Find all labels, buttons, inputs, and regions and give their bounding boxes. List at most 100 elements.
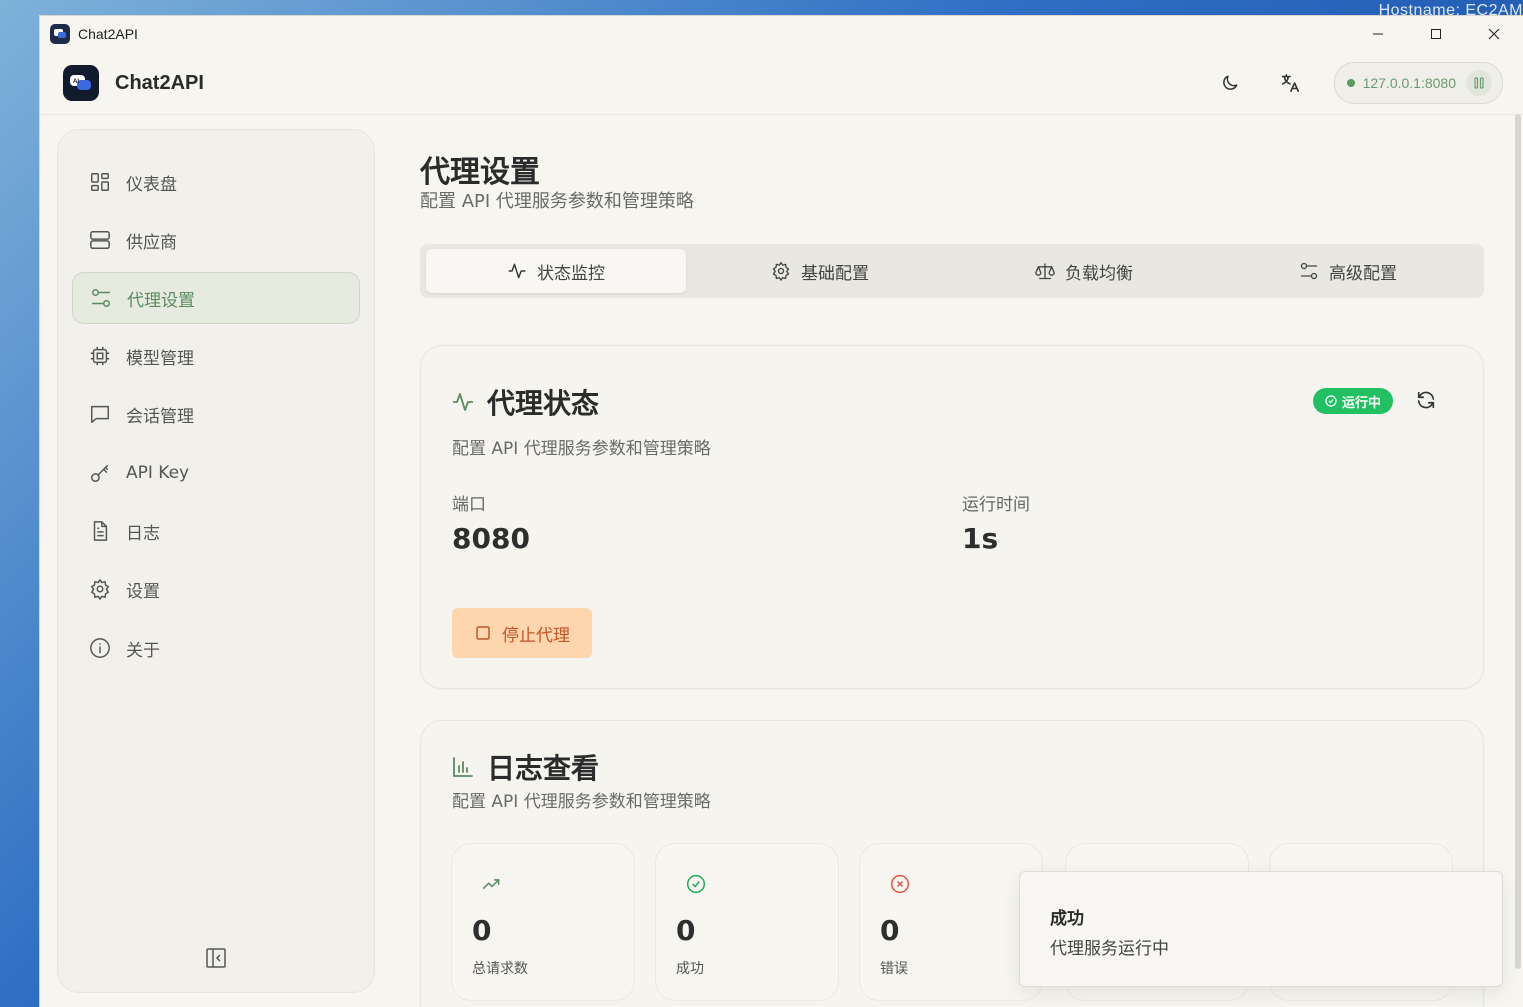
sidebar-item-label: API Key bbox=[126, 463, 190, 483]
gear-icon bbox=[771, 261, 791, 281]
sidebar-item-label: 会话管理 bbox=[126, 406, 194, 427]
tab-advanced-config[interactable]: 高级配置 bbox=[1218, 249, 1478, 293]
stat-label: 错误 bbox=[880, 961, 908, 977]
tab-basic-config[interactable]: 基础配置 bbox=[690, 249, 950, 293]
maximize-icon bbox=[1431, 29, 1441, 39]
minimize-button[interactable] bbox=[1349, 16, 1407, 52]
stat-value: 0 bbox=[472, 914, 492, 947]
tab-status-monitor[interactable]: 状态监控 bbox=[426, 249, 686, 293]
brand-name: Chat2API bbox=[115, 71, 204, 94]
main-scrollbar[interactable] bbox=[1515, 114, 1521, 969]
server-address: 127.0.0.1:8080 bbox=[1362, 75, 1456, 91]
stop-proxy-button[interactable]: 停止代理 bbox=[452, 608, 592, 658]
logs-title: 日志查看 bbox=[451, 747, 599, 787]
page-title: 代理设置 bbox=[420, 155, 540, 190]
minimize-icon bbox=[1373, 33, 1383, 35]
pause-icon bbox=[1474, 77, 1484, 89]
file-icon bbox=[88, 519, 112, 543]
close-icon bbox=[1488, 28, 1500, 40]
panel-collapse-icon bbox=[206, 948, 226, 968]
toast-title: 成功 bbox=[1050, 909, 1084, 929]
sliders-icon bbox=[1299, 261, 1319, 281]
collapse-sidebar-button[interactable] bbox=[204, 946, 228, 970]
tab-bar: 状态监控 基础配置 负载均衡 高级配置 bbox=[420, 244, 1484, 298]
sidebar-item-label: 仪表盘 bbox=[126, 174, 177, 195]
activity-icon bbox=[451, 390, 475, 414]
sidebar-item-about[interactable]: 关于 bbox=[72, 622, 360, 674]
card-title-text: 日志查看 bbox=[487, 752, 600, 785]
gear-icon bbox=[88, 577, 112, 601]
theme-toggle-button[interactable] bbox=[1214, 67, 1246, 99]
check-circle-icon bbox=[686, 874, 706, 898]
status-dot bbox=[1346, 79, 1355, 87]
toast-message: 代理服务运行中 bbox=[1050, 939, 1169, 959]
close-button[interactable] bbox=[1465, 16, 1523, 52]
tab-label: 状态监控 bbox=[537, 263, 605, 284]
logs-subtitle: 配置 API 代理服务参数和管理策略 bbox=[452, 792, 711, 812]
stat-value: 0 bbox=[880, 914, 900, 947]
svg-text:AI: AI bbox=[73, 79, 79, 85]
moon-icon bbox=[1222, 75, 1237, 90]
tab-label: 基础配置 bbox=[801, 263, 869, 284]
translate-icon bbox=[1281, 73, 1299, 93]
activity-icon bbox=[507, 261, 527, 281]
toast-notification: 成功 代理服务运行中 bbox=[1019, 871, 1503, 987]
app-header: AI Chat2API 127.0.0.1:8080 bbox=[40, 52, 1523, 115]
stat-card-success: 0 成功 bbox=[655, 843, 839, 1001]
sidebar: 仪表盘 供应商 代理设置 模型管理 会话管理 API Key 日志 设置 关于 bbox=[57, 129, 375, 993]
port-value: 8080 bbox=[452, 522, 530, 555]
sidebar-item-sessions[interactable]: 会话管理 bbox=[72, 388, 360, 440]
app-logo: AI bbox=[63, 65, 99, 101]
message-icon bbox=[88, 402, 112, 426]
key-icon bbox=[88, 461, 112, 485]
maximize-button[interactable] bbox=[1407, 16, 1465, 52]
scale-icon bbox=[1035, 261, 1055, 281]
stat-card-errors: 0 错误 bbox=[859, 843, 1043, 1001]
uptime-label: 运行时间 bbox=[962, 495, 1030, 515]
server-status-pill: 127.0.0.1:8080 bbox=[1333, 62, 1503, 104]
sidebar-item-proxy-settings[interactable]: 代理设置 bbox=[72, 272, 360, 324]
pause-server-button[interactable] bbox=[1466, 70, 1492, 96]
tab-label: 高级配置 bbox=[1329, 263, 1397, 284]
sidebar-item-label: 供应商 bbox=[126, 232, 177, 253]
sidebar-item-providers[interactable]: 供应商 bbox=[72, 214, 360, 266]
tab-label: 负载均衡 bbox=[1065, 263, 1133, 284]
square-icon bbox=[474, 624, 492, 642]
port-label: 端口 bbox=[452, 495, 486, 515]
app-window: Chat2API AI Chat2API 127.0.0.1:8080 仪表盘 … bbox=[40, 16, 1523, 1007]
sidebar-item-label: 日志 bbox=[126, 523, 160, 544]
stop-button-label: 停止代理 bbox=[502, 625, 570, 646]
sidebar-item-settings[interactable]: 设置 bbox=[72, 563, 360, 615]
tab-load-balance[interactable]: 负载均衡 bbox=[954, 249, 1214, 293]
status-badge: 运行中 bbox=[1312, 388, 1393, 414]
sidebar-item-api-key[interactable]: API Key bbox=[72, 447, 360, 499]
card-title-text: 代理状态 bbox=[487, 387, 600, 420]
dashboard-icon bbox=[88, 170, 112, 194]
trending-up-icon bbox=[482, 874, 502, 898]
server-icon bbox=[88, 228, 112, 252]
stat-card-total-requests: 0 总请求数 bbox=[451, 843, 635, 1001]
bar-chart-icon bbox=[451, 755, 475, 779]
refresh-button[interactable] bbox=[1415, 389, 1439, 413]
info-icon bbox=[88, 636, 112, 660]
page-subtitle: 配置 API 代理服务参数和管理策略 bbox=[420, 191, 694, 212]
sidebar-item-label: 关于 bbox=[126, 640, 160, 661]
sidebar-item-models[interactable]: 模型管理 bbox=[72, 330, 360, 382]
app-icon bbox=[50, 24, 70, 44]
stat-label: 成功 bbox=[676, 961, 704, 977]
sliders-icon bbox=[89, 286, 113, 310]
sidebar-item-dashboard[interactable]: 仪表盘 bbox=[72, 156, 360, 208]
language-button[interactable] bbox=[1274, 67, 1306, 99]
cpu-icon bbox=[88, 344, 112, 368]
sidebar-item-label: 设置 bbox=[126, 581, 160, 602]
proxy-status-title: 代理状态 bbox=[451, 382, 599, 422]
x-circle-icon bbox=[890, 874, 910, 898]
sidebar-item-logs[interactable]: 日志 bbox=[72, 505, 360, 557]
sidebar-item-label: 模型管理 bbox=[126, 348, 194, 369]
check-circle-icon bbox=[1325, 395, 1337, 407]
badge-text: 运行中 bbox=[1341, 395, 1381, 411]
titlebar: Chat2API bbox=[40, 16, 1523, 52]
proxy-status-card: 代理状态 配置 API 代理服务参数和管理策略 运行中 端口 8080 运行时间… bbox=[420, 345, 1484, 689]
stat-value: 0 bbox=[676, 914, 696, 947]
uptime-value: 1s bbox=[962, 522, 999, 555]
